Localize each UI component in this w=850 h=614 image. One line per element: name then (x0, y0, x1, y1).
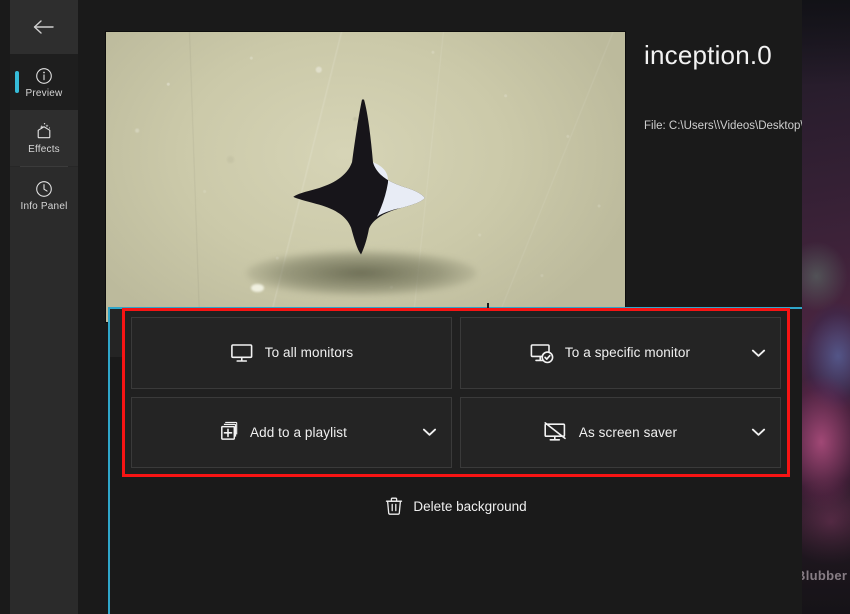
desktop-wallpaper: Blubber (802, 0, 850, 614)
trash-icon (385, 496, 403, 516)
wallpaper-vignette (802, 0, 850, 614)
sparkle-box-icon (34, 122, 54, 142)
option-to-all-monitors[interactable]: To all monitors (131, 317, 452, 389)
option-inner: As screen saver (475, 421, 745, 444)
wallpaper-text: Blubber (796, 568, 847, 583)
active-indicator (15, 71, 19, 93)
option-inner: To a specific monitor (475, 342, 745, 364)
sidebar-item-label: Info Panel (20, 202, 67, 212)
page-title: inception.0 (644, 40, 802, 71)
file-path: File: C:\Users\\Videos\Desktop\incepti (644, 119, 802, 132)
file-path-suffix: \Videos\Desktop\incepti (717, 120, 802, 132)
back-button[interactable] (10, 0, 78, 54)
sidebar-item-label: Preview (26, 89, 63, 99)
sidebar-items: Preview Effects (10, 54, 78, 614)
option-add-to-a-playlist[interactable]: Add to a playlist (131, 397, 452, 469)
playlist-plus-icon (215, 420, 239, 444)
clock-icon (35, 179, 53, 199)
app-window: Preview Effects (0, 0, 802, 614)
option-label: To a specific monitor (565, 345, 690, 360)
sidebar-item-label: Effects (28, 145, 60, 155)
option-label: Add to a playlist (250, 425, 347, 440)
option-label: To all monitors (265, 345, 354, 360)
delete-background-label: Delete background (413, 499, 526, 514)
option-as-screen-saver[interactable]: As screen saver (460, 397, 781, 469)
sidebar-item-preview[interactable]: Preview (10, 54, 78, 110)
apply-options-grid: To all monitors To a specific monitor (122, 308, 790, 477)
monitor-icon (230, 342, 254, 364)
option-label: As screen saver (579, 425, 677, 440)
video-preview[interactable] (105, 31, 626, 323)
sidebar-item-info-panel[interactable]: Info Panel (10, 167, 78, 223)
back-arrow-icon (31, 17, 57, 37)
sidebar-item-effects[interactable]: Effects (10, 110, 78, 166)
chevron-down-icon[interactable] (751, 348, 766, 358)
option-inner: Add to a playlist (146, 420, 416, 444)
info-circle-icon (35, 66, 53, 86)
option-inner: To all monitors (146, 342, 437, 364)
screen-root: Blubber (0, 0, 850, 614)
monitor-check-icon (530, 342, 554, 364)
spinning-top-icon (106, 32, 625, 322)
monitor-slash-icon (543, 421, 568, 444)
media-info-panel: inception.0 File: C:\Users\\Videos\Deskt… (644, 40, 802, 132)
chevron-down-icon[interactable] (422, 427, 437, 437)
file-path-prefix: File: C:\Users\ (644, 120, 717, 132)
chevron-down-icon[interactable] (751, 427, 766, 437)
main-content: inception.0 File: C:\Users\\Videos\Deskt… (78, 0, 802, 614)
sidebar-rail: Preview Effects (10, 0, 78, 614)
option-to-a-specific-monitor[interactable]: To a specific monitor (460, 317, 781, 389)
preview-canvas (106, 32, 625, 322)
sidebar-filler (10, 223, 78, 614)
delete-background-button[interactable]: Delete background (122, 485, 790, 527)
